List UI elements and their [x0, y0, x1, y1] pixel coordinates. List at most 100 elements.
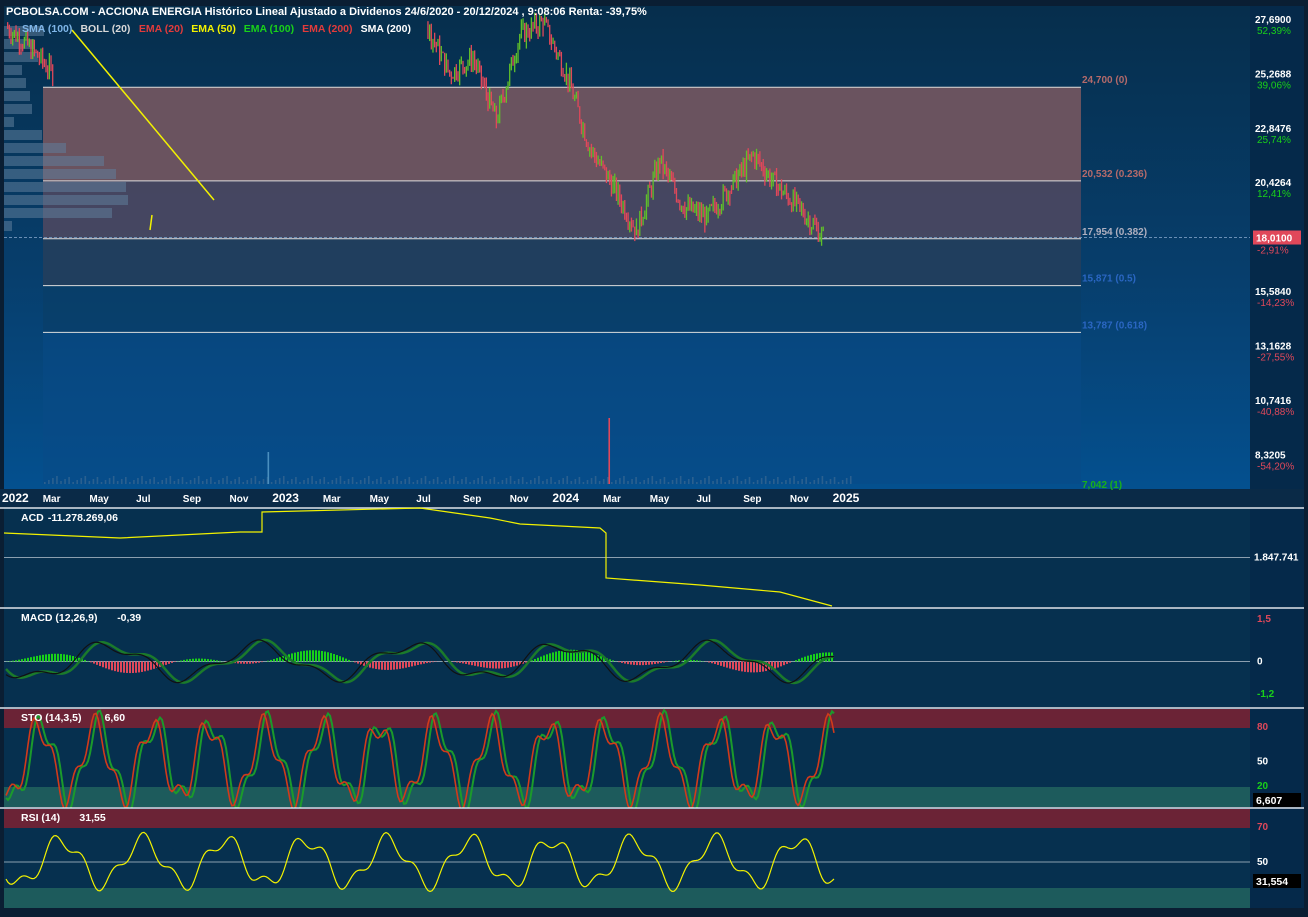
price-axis-pct: -40,88% [1257, 407, 1294, 418]
macd-histogram-bar [198, 659, 200, 662]
volume-profile-bar [4, 143, 66, 153]
volume-bar [247, 480, 249, 484]
price-axis-pct: 25,74% [1257, 135, 1291, 146]
macd-histogram-bar [51, 654, 53, 662]
macd-histogram-bar [429, 662, 431, 663]
macd-histogram-bar [639, 662, 641, 666]
panel-current-value: 6,607 [1256, 795, 1282, 807]
volume-bar [809, 482, 811, 484]
volume-profile-bar [4, 117, 14, 127]
macd-histogram-bar [405, 662, 407, 668]
macd-histogram-bar [207, 659, 209, 661]
volume-bar [323, 477, 325, 484]
volume-bar [449, 478, 451, 484]
volume-bar [660, 479, 662, 484]
volume-bar [668, 482, 670, 484]
volume-bar [303, 480, 305, 484]
volume-bar [769, 481, 771, 484]
volume-bar [268, 452, 270, 484]
panel-sto: STO (14,3,5)6,608050206,607 [0, 708, 1304, 813]
volume-bar [117, 481, 119, 484]
volume-bar [186, 482, 188, 484]
macd-histogram-bar [414, 662, 416, 666]
macd-histogram-bar [753, 662, 755, 673]
volume-bar [514, 481, 516, 484]
volume-bar [376, 479, 378, 484]
volume-bar [336, 478, 338, 484]
volume-profile-bar [4, 182, 126, 192]
macd-histogram-bar [354, 662, 356, 663]
volume-bar [68, 477, 70, 484]
panel-label: RSI (14) [21, 812, 60, 824]
volume-bar [141, 476, 143, 484]
macd-histogram-bar [558, 651, 560, 662]
panel-axis-label: 0 [1257, 657, 1263, 668]
macd-histogram-bar [462, 662, 464, 664]
time-axis-label: Sep [183, 494, 201, 505]
volume-bar [372, 481, 374, 484]
time-axis-label: Mar [323, 494, 341, 505]
macd-histogram-bar [738, 662, 740, 671]
macd-histogram-bar [588, 652, 590, 661]
macd-histogram-bar [315, 650, 317, 661]
macd-histogram-bar [381, 662, 383, 670]
chart-title: PCBOLSA.COM - ACCIONA ENERGIA Histórico … [6, 6, 647, 18]
macd-histogram-bar [375, 662, 377, 669]
volume-bar [838, 482, 840, 484]
overbought-band [4, 709, 1250, 728]
volume-bar [688, 479, 690, 484]
volume-profile-bar [4, 104, 32, 114]
volume-bar [80, 478, 82, 484]
macd-histogram-bar [126, 662, 128, 673]
volume-bar [214, 482, 216, 484]
volume-bar [299, 482, 301, 484]
indicator-legend-item: BOLL (20) [80, 23, 130, 35]
volume-bar [818, 478, 820, 484]
macd-histogram-bar [804, 657, 806, 662]
macd-histogram-bar [294, 653, 296, 662]
macd-histogram-bar [216, 660, 218, 661]
macd-histogram-bar [57, 654, 59, 662]
volume-bar [380, 477, 382, 484]
macd-histogram-bar [699, 661, 701, 662]
macd-histogram-bar [735, 662, 737, 671]
macd-histogram-bar [678, 660, 680, 661]
macd-histogram-bar [102, 662, 104, 668]
volume-bar [757, 480, 759, 484]
macd-histogram-bar [33, 657, 35, 662]
volume-bar [749, 477, 751, 484]
volume-bar [72, 482, 74, 484]
time-axis-label: Nov [790, 494, 809, 505]
macd-histogram-bar [423, 662, 425, 664]
volume-bar [242, 482, 244, 484]
macd-histogram-bar [711, 662, 713, 664]
volume-bar [562, 478, 564, 484]
volume-bar [814, 480, 816, 484]
volume-bar [315, 481, 317, 484]
volume-bar [125, 477, 127, 484]
volume-bar [558, 480, 560, 484]
price-axis-pct: -14,23% [1257, 298, 1294, 309]
macd-histogram-bar [306, 650, 308, 661]
volume-bar [846, 478, 848, 484]
macd-histogram-bar [372, 662, 374, 669]
price-axis-label: 13,1628 [1255, 341, 1292, 352]
macd-histogram-bar [267, 661, 269, 662]
macd-histogram-bar [339, 656, 341, 661]
volume-bar [498, 482, 500, 484]
volume-bar [627, 481, 629, 484]
volume-bar [133, 480, 135, 484]
fib-zone-0-236 [43, 87, 1081, 181]
time-axis-label: Jul [416, 494, 431, 505]
volume-bar [157, 482, 159, 484]
volume-bar [113, 476, 115, 484]
time-axis-label: May [370, 494, 390, 505]
volume-bar [105, 480, 107, 484]
macd-histogram-bar [219, 661, 221, 662]
panel-macd: MACD (12,26,9)-0,391,50-1,2 [0, 608, 1304, 707]
volume-bar [364, 478, 366, 484]
panel-acd: ACD-11.278.269,061.847.741 [0, 508, 1304, 607]
volume-bar [153, 477, 155, 484]
macd-histogram-bar [270, 660, 272, 662]
indicator-legend-item: SMA (100) [22, 23, 72, 35]
